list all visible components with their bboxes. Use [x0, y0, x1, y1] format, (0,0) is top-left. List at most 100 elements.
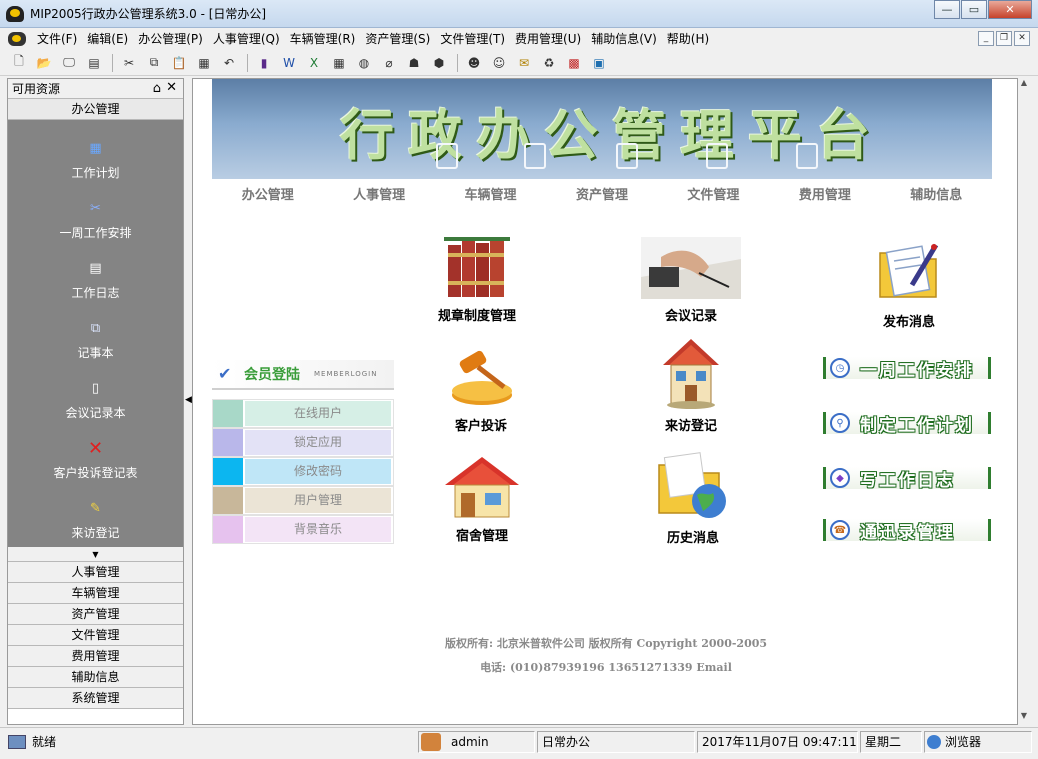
- menu-personnel[interactable]: 人事管理(Q): [208, 28, 285, 50]
- menu-edit[interactable]: 编辑(E): [82, 28, 133, 50]
- nav-office[interactable]: 办公管理: [242, 184, 294, 203]
- clipboard-icon[interactable]: ▦: [195, 54, 213, 72]
- main-scrollbar[interactable]: ▲ ▼: [1018, 78, 1030, 725]
- feature-rules[interactable]: 规章制度管理: [438, 237, 516, 324]
- calculator-icon[interactable]: ▦: [330, 54, 348, 72]
- close-icon[interactable]: ✕: [166, 80, 177, 95]
- collapse-sidebar-icon[interactable]: ◀: [185, 395, 192, 405]
- feature-visitor[interactable]: 来访登记: [663, 339, 719, 434]
- sidebar-item-work-log[interactable]: ▤ 工作日志: [8, 260, 183, 320]
- sidebar-group-document[interactable]: 文件管理: [8, 625, 183, 646]
- nav-document[interactable]: 文件管理: [687, 184, 739, 203]
- mdi-restore-button[interactable]: ❐: [996, 31, 1012, 46]
- undo-icon[interactable]: ↶: [220, 54, 238, 72]
- feature-complaint[interactable]: 客户投诉: [446, 347, 516, 434]
- sidebar-group-auxiliary[interactable]: 辅助信息: [8, 667, 183, 688]
- member-row-change-password[interactable]: 修改密码: [212, 457, 394, 486]
- sidebar-group-expense[interactable]: 费用管理: [8, 646, 183, 667]
- user-settings-icon[interactable]: ☺: [490, 54, 508, 72]
- mdi-app-icon[interactable]: [8, 32, 26, 46]
- paste-icon[interactable]: 📋: [170, 54, 188, 72]
- menu-file[interactable]: 文件(F): [32, 28, 82, 50]
- sidebar-item-label: 客户投诉登记表: [53, 466, 138, 480]
- nav-auxiliary[interactable]: 辅助信息: [910, 184, 962, 203]
- users-icon[interactable]: ☗: [405, 54, 423, 72]
- home-icon: [445, 457, 519, 518]
- sidebar-group-system[interactable]: 系统管理: [8, 688, 183, 709]
- new-icon[interactable]: 🗋: [10, 54, 28, 72]
- screen-icon[interactable]: ▣: [590, 54, 608, 72]
- scissors-icon: ✂: [90, 200, 101, 216]
- shortcut-address-book[interactable]: ☎ 通迅录管理: [823, 519, 991, 543]
- nav-personnel[interactable]: 人事管理: [353, 184, 405, 203]
- menu-expense[interactable]: 费用管理(U): [510, 28, 586, 50]
- close-button[interactable]: ✕: [988, 0, 1032, 19]
- print-preview-icon[interactable]: ▤: [85, 54, 103, 72]
- sidebar-group-personnel[interactable]: 人事管理: [8, 562, 183, 583]
- monitor-icon[interactable]: 🖵: [60, 54, 78, 72]
- sidebar-group-asset[interactable]: 资产管理: [8, 604, 183, 625]
- sidebar-item-weekly-schedule[interactable]: ✂ 一周工作安排: [8, 200, 183, 260]
- nav-asset[interactable]: 资产管理: [576, 184, 628, 203]
- sidebar-item-label: 一周工作安排: [59, 226, 132, 240]
- sidebar-group-vehicle[interactable]: 车辆管理: [8, 583, 183, 604]
- package-icon[interactable]: ⬢: [430, 54, 448, 72]
- mdi-minimize-button[interactable]: _: [978, 31, 994, 46]
- excel-icon[interactable]: X: [305, 54, 323, 72]
- home-icon[interactable]: ⌂: [153, 81, 161, 96]
- app-icon[interactable]: [6, 5, 24, 22]
- nav-vehicle[interactable]: 车辆管理: [465, 184, 517, 203]
- scroll-down-icon[interactable]: ▼: [8, 547, 183, 562]
- cut-icon[interactable]: ✂: [120, 54, 138, 72]
- shortcut-label: 制定工作计划: [860, 415, 974, 436]
- user-config-icon[interactable]: ☻: [465, 54, 483, 72]
- feature-dorm[interactable]: 宿舍管理: [445, 457, 519, 544]
- feature-label: 来访登记: [664, 419, 717, 434]
- sidebar-item-complaint-register[interactable]: ✕ 客户投诉登记表: [8, 438, 183, 500]
- minimize-button[interactable]: —: [934, 0, 960, 19]
- member-row-user-management[interactable]: 用户管理: [212, 486, 394, 515]
- shortcut-write-log[interactable]: ◆ 写工作日志: [823, 467, 991, 491]
- menu-vehicle[interactable]: 车辆管理(R): [285, 28, 361, 50]
- attachment-icon[interactable]: ⌀: [380, 54, 398, 72]
- calendar-icon[interactable]: ▩: [565, 54, 583, 72]
- page-icon: ▯: [91, 380, 100, 396]
- copy-icon[interactable]: ⧉: [145, 54, 163, 72]
- menu-asset[interactable]: 资产管理(S): [360, 28, 435, 50]
- sidebar-item-notepad[interactable]: ⧉ 记事本: [8, 320, 183, 380]
- nav-expense[interactable]: 费用管理: [799, 184, 851, 203]
- color-swatch: [213, 400, 243, 427]
- scroll-down-icon[interactable]: ▼: [1018, 711, 1030, 725]
- feature-history[interactable]: 历史消息: [657, 451, 729, 546]
- shortcut-weekly-schedule[interactable]: ◷ 一周工作安排: [823, 357, 991, 381]
- globe-icon[interactable]: ◍: [355, 54, 373, 72]
- book-icon[interactable]: ▮: [255, 54, 273, 72]
- member-row-background-music[interactable]: 背景音乐: [212, 515, 394, 544]
- member-row-online-users[interactable]: 在线用户: [212, 399, 394, 428]
- status-module: 日常办公: [537, 731, 695, 753]
- feature-label: 发布消息: [882, 315, 935, 330]
- status-ready-text: 就绪: [32, 735, 57, 749]
- open-folder-icon[interactable]: 📂: [35, 54, 53, 72]
- recycle-icon[interactable]: ♻: [540, 54, 558, 72]
- menu-help[interactable]: 帮助(H): [662, 28, 714, 50]
- sidebar-item-work-plan[interactable]: ▦ 工作计划: [8, 140, 183, 200]
- shortcut-make-plan[interactable]: ⚲ 制定工作计划: [823, 412, 991, 436]
- sidebar-item-label: 记事本: [77, 346, 114, 360]
- menu-office[interactable]: 办公管理(P): [133, 28, 208, 50]
- word-icon[interactable]: W: [280, 54, 298, 72]
- menu-document[interactable]: 文件管理(T): [435, 28, 510, 50]
- banner-decoration: [524, 143, 546, 169]
- member-row-lock-app[interactable]: 锁定应用: [212, 428, 394, 457]
- menu-auxiliary[interactable]: 辅助信息(V): [586, 28, 662, 50]
- sidebar-item-meeting-notes[interactable]: ▯ 会议记录本: [8, 380, 183, 440]
- status-bar: 就绪 admin 日常办公 2017年11月07日 09:47:11 星期二 浏…: [0, 727, 1038, 759]
- sidebar-group-office[interactable]: 办公管理: [8, 99, 183, 120]
- mail-icon[interactable]: ✉: [515, 54, 533, 72]
- scroll-up-icon[interactable]: ▲: [1018, 78, 1030, 92]
- mdi-close-button[interactable]: ✕: [1014, 31, 1030, 46]
- maximize-button[interactable]: ▭: [961, 0, 987, 19]
- feature-meeting[interactable]: 会议记录: [641, 237, 741, 324]
- status-browser[interactable]: 浏览器: [924, 731, 1032, 753]
- feature-publish[interactable]: 发布消息: [876, 239, 942, 330]
